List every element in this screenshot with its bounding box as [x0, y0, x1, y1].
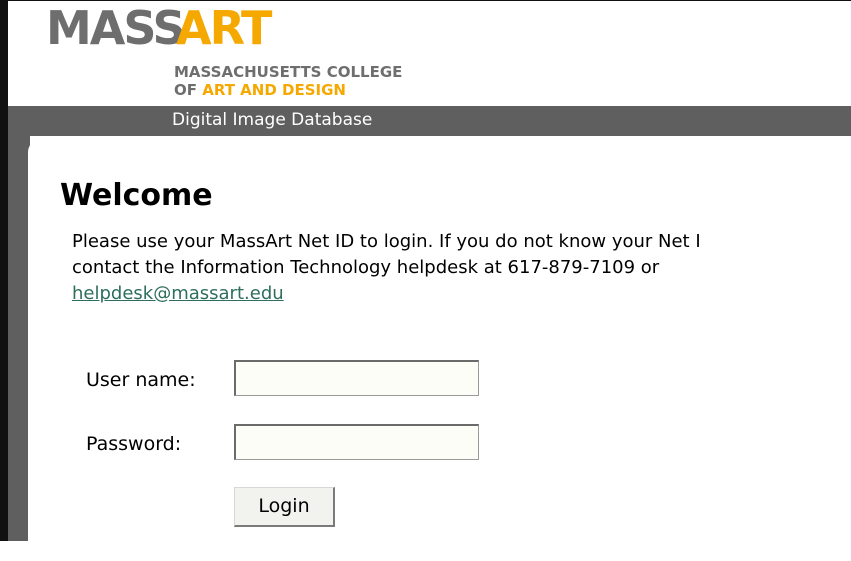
password-input[interactable] [234, 424, 479, 460]
intro-line-2: contact the Information Technology helpd… [72, 257, 660, 278]
welcome-heading: Welcome [60, 178, 213, 213]
logo-art-and-design-text: ART AND DESIGN [202, 81, 346, 99]
logo-of-text: OF [174, 81, 203, 99]
helpdesk-email-link[interactable]: helpdesk@massart.edu [72, 283, 284, 304]
logo-college-subname: OF ART AND DESIGN [174, 81, 346, 99]
left-border [8, 136, 30, 541]
logo-mass-text: MASS [46, 1, 186, 55]
username-label: User name: [86, 369, 196, 391]
logo-college-name: MASSACHUSETTS COLLEGE [174, 63, 403, 81]
site-header: MASS ART MASSACHUSETTS COLLEGE OF ART AN… [8, 1, 851, 106]
intro-text: Please use your MassArt Net ID to login.… [72, 229, 851, 307]
logo-art-text: ART [176, 1, 272, 55]
password-label: Password: [86, 433, 182, 455]
page-title: Digital Image Database [172, 110, 373, 130]
intro-line-1: Please use your MassArt Net ID to login.… [72, 231, 701, 252]
username-input[interactable] [234, 360, 479, 396]
login-button[interactable]: Login [234, 487, 335, 527]
title-bar: Digital Image Database [8, 106, 851, 136]
